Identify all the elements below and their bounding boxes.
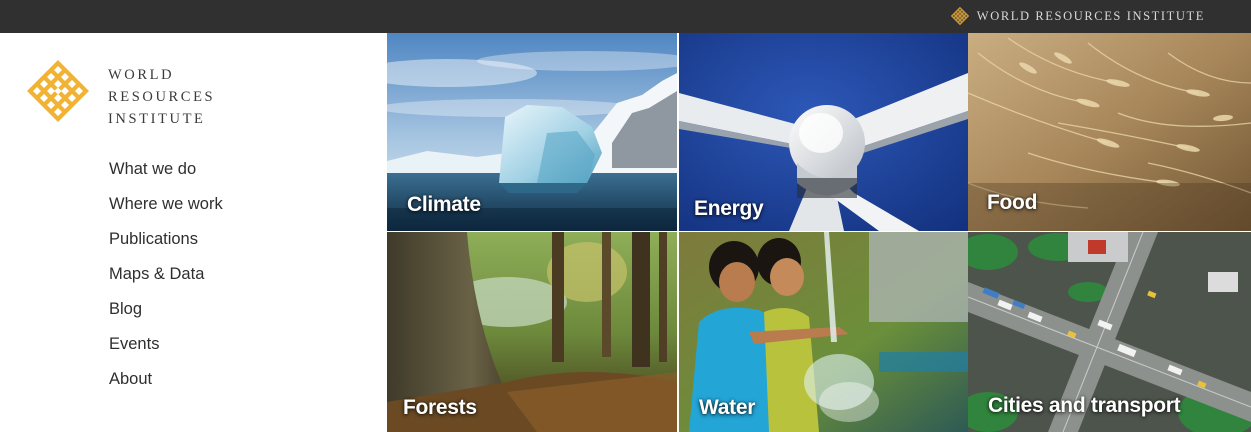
topic-label: Cities and transport [988, 394, 1181, 417]
nav-link-events[interactable]: Events [109, 330, 159, 358]
nav-item-maps-data: Maps & Data [109, 260, 223, 295]
nav-link-about[interactable]: About [109, 365, 152, 393]
nav-item-blog: Blog [109, 295, 223, 330]
topic-label: Forests [403, 396, 477, 419]
logo-line: WORLD [108, 67, 175, 83]
nav-link-what-we-do[interactable]: What we do [109, 155, 196, 183]
nav-item-where-we-work: Where we work [109, 190, 223, 225]
topic-label: Energy [694, 197, 764, 220]
nav-item-about: About [109, 365, 223, 400]
topic-tile-energy[interactable]: Energy [679, 33, 968, 231]
topic-tile-climate[interactable]: Climate [387, 33, 677, 231]
site-logo[interactable]: WORLD RESOURCES INSTITUTE [26, 59, 215, 130]
nav-link-publications[interactable]: Publications [109, 225, 198, 253]
topbar-brand-link[interactable]: WORLD RESOURCES INSTITUTE [950, 5, 1205, 27]
nav-link-blog[interactable]: Blog [109, 295, 142, 323]
nav-link-where-we-work[interactable]: Where we work [109, 190, 223, 218]
topic-label: Water [699, 396, 756, 419]
main-nav: What we do Where we work Publications Ma… [109, 155, 223, 400]
nav-item-what-we-do: What we do [109, 155, 223, 190]
topic-label: Food [987, 191, 1038, 214]
topic-tile-forests[interactable]: Forests [387, 232, 677, 432]
topic-label: Climate [407, 193, 481, 216]
topic-tile-water[interactable]: Water [679, 232, 968, 432]
wri-logo-icon [27, 60, 89, 122]
logo-line: RESOURCES [108, 89, 216, 105]
nav-item-events: Events [109, 330, 223, 365]
sidebar: WORLD RESOURCES INSTITUTE What we do Whe… [0, 33, 387, 432]
nav-link-maps-data[interactable]: Maps & Data [109, 260, 204, 288]
top-bar: WORLD RESOURCES INSTITUTE [0, 0, 1251, 33]
logo-wordmark: WORLD RESOURCES INSTITUTE [108, 64, 215, 130]
topic-grid: Climate Energy Food Forests Water Cities… [387, 33, 1251, 432]
wri-logo-icon [950, 6, 970, 26]
nav-item-publications: Publications [109, 225, 223, 260]
topbar-brand-name: WORLD RESOURCES INSTITUTE [976, 8, 1205, 23]
topic-tile-food[interactable]: Food [968, 33, 1251, 231]
topic-tile-cities-transport[interactable]: Cities and transport [968, 232, 1251, 432]
logo-line: INSTITUTE [108, 111, 206, 127]
